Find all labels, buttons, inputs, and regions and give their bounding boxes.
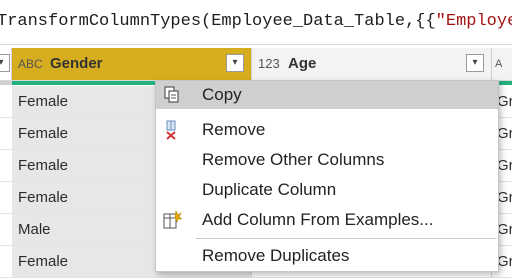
remove-column-icon: [166, 120, 176, 140]
menu-item-copy[interactable]: Copy: [156, 81, 498, 109]
add-column-examples-icon: [163, 210, 182, 229]
text-type-icon: A: [495, 58, 503, 70]
menu-item-add-column-from-examples[interactable]: Add Column From Examples...: [156, 206, 498, 234]
column-header-next[interactable]: A: [492, 48, 512, 80]
menu-item-label: Add Column From Examples...: [202, 210, 434, 229]
menu-item-label: Remove: [202, 120, 266, 139]
left-dropdown-button[interactable]: ▾: [0, 54, 10, 72]
copy-icon: [164, 86, 179, 103]
formula-bar[interactable]: TransformColumnTypes(Employee_Data_Table…: [0, 0, 512, 45]
menu-item-label: Remove Other Columns: [202, 150, 385, 169]
menu-item-remove-duplicates[interactable]: Remove Duplicates: [156, 242, 498, 270]
column-header-row: ▾ ABC Gender ▾ 123 Age ▾ A: [0, 48, 512, 81]
menu-item-duplicate-column[interactable]: Duplicate Column: [156, 176, 498, 204]
menu-item-remove[interactable]: Remove: [156, 116, 498, 144]
menu-item-remove-other-columns[interactable]: Remove Other Columns: [156, 146, 498, 174]
column-header-gender[interactable]: ABC Gender ▾: [12, 48, 252, 80]
age-filter-button[interactable]: ▾: [466, 54, 484, 72]
column-context-menu: Copy Remove Remove Other Columns Duplica…: [155, 80, 499, 272]
text-type-icon[interactable]: ABC: [18, 48, 43, 80]
row-number-header: ▾: [0, 48, 12, 80]
column-header-label: Age: [288, 55, 317, 72]
formula-string: "EmployeeI: [435, 12, 512, 31]
menu-item-label: Remove Duplicates: [202, 246, 350, 265]
quality-bar-gutter: [0, 81, 12, 85]
menu-item-label: Copy: [202, 85, 242, 104]
menu-item-label: Duplicate Column: [202, 180, 337, 199]
formula-text: TransformColumnTypes(Employee_Data_Table…: [0, 12, 436, 31]
column-header-label: Gender: [50, 55, 103, 72]
number-type-icon[interactable]: 123: [258, 48, 280, 80]
menu-separator: [196, 238, 496, 239]
column-header-age[interactable]: 123 Age ▾: [252, 48, 492, 80]
gender-filter-button[interactable]: ▾: [226, 54, 244, 72]
